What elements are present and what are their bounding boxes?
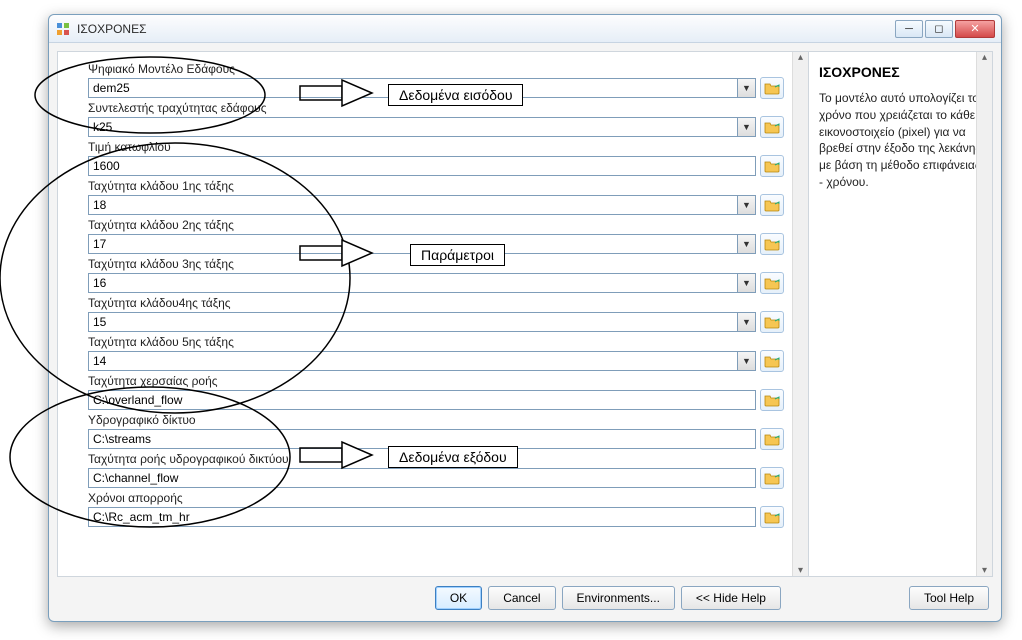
ok-button[interactable]: OK (435, 586, 482, 610)
hide-help-button[interactable]: << Hide Help (681, 586, 781, 610)
dialog-window: ΙΣΟΧΡΟΝΕΣ ─ ◻ ✕ Ψηφιακό Μοντέλο Εδάφουςd… (48, 14, 1002, 622)
environments-button[interactable]: Environments... (562, 586, 675, 610)
app-icon (55, 21, 71, 37)
dropdown-button[interactable]: ▼ (738, 234, 756, 254)
field-label: Ταχύτητα κλάδου 2ης τάξης (88, 218, 784, 232)
dropdown-button[interactable]: ▼ (738, 117, 756, 137)
form-scrollbar[interactable] (792, 52, 808, 576)
field-label: Χρόνοι απορροής (88, 491, 784, 505)
browse-button[interactable] (760, 428, 784, 450)
close-button[interactable]: ✕ (955, 20, 995, 38)
field-input[interactable]: k25 (88, 117, 738, 137)
help-pane: ΙΣΟΧΡΟΝΕΣ Το μοντέλο αυτό υπολογίζει το … (808, 52, 992, 576)
browse-button[interactable] (760, 194, 784, 216)
browse-button[interactable] (760, 467, 784, 489)
field-row: Υδρογραφικό δίκτυοC:\streams (88, 413, 784, 450)
field-row: Χρόνοι απορροής C:\Rc_acm_tm_hr (88, 491, 784, 528)
browse-button[interactable] (760, 506, 784, 528)
annotation-input-label: Δεδομένα εισόδου (388, 84, 523, 106)
browse-button[interactable] (760, 311, 784, 333)
field-label: Υδρογραφικό δίκτυο (88, 413, 784, 427)
field-label: Τιμή κατωφλίου (88, 140, 784, 154)
field-row: Ταχύτητα κλάδου 5ης τάξης 14▼ (88, 335, 784, 372)
help-title: ΙΣΟΧΡΟΝΕΣ (819, 64, 982, 80)
dropdown-button[interactable]: ▼ (738, 273, 756, 293)
dropdown-button[interactable]: ▼ (738, 195, 756, 215)
field-row: Συντελεστής τραχύτητας εδάφουςk25▼ (88, 101, 784, 138)
annotation-params-label: Παράμετροι (410, 244, 505, 266)
field-input[interactable]: 14 (88, 351, 738, 371)
browse-button[interactable] (760, 77, 784, 99)
field-input[interactable]: 18 (88, 195, 738, 215)
field-row: Ταχύτητα χερσαίας ροής C:\overland_flow (88, 374, 784, 411)
browse-button[interactable] (760, 272, 784, 294)
field-row: Τιμή κατωφλίου 1600 (88, 140, 784, 177)
field-row: Ταχύτητα κλάδου 1ης τάξης 18▼ (88, 179, 784, 216)
field-input[interactable]: 15 (88, 312, 738, 332)
browse-button[interactable] (760, 389, 784, 411)
field-input[interactable]: C:\Rc_acm_tm_hr (88, 507, 756, 527)
field-input[interactable]: C:\overland_flow (88, 390, 756, 410)
field-row: Ταχύτητα κλάδου4ης τάξης 15▼ (88, 296, 784, 333)
help-scrollbar[interactable] (976, 52, 992, 576)
field-label: Ταχύτητα κλάδου4ης τάξης (88, 296, 784, 310)
client-area: Ψηφιακό Μοντέλο Εδάφουςdem25▼Συντελεστής… (57, 51, 993, 577)
cancel-button[interactable]: Cancel (488, 586, 555, 610)
annotation-output-label: Δεδομένα εξόδου (388, 446, 518, 468)
dropdown-button[interactable]: ▼ (738, 351, 756, 371)
help-body: Το μοντέλο αυτό υπολογίζει το χρόνο που … (819, 90, 982, 191)
window-title: ΙΣΟΧΡΟΝΕΣ (77, 22, 147, 36)
browse-button[interactable] (760, 350, 784, 372)
dropdown-button[interactable]: ▼ (738, 312, 756, 332)
field-input[interactable]: 16 (88, 273, 738, 293)
maximize-button[interactable]: ◻ (925, 20, 953, 38)
field-label: Ταχύτητα κλάδου 1ης τάξης (88, 179, 784, 193)
browse-button[interactable] (760, 233, 784, 255)
field-label: Ταχύτητα κλάδου 5ης τάξης (88, 335, 784, 349)
form-pane: Ψηφιακό Μοντέλο Εδάφουςdem25▼Συντελεστής… (58, 52, 808, 576)
field-label: Ψηφιακό Μοντέλο Εδάφους (88, 62, 784, 76)
titlebar[interactable]: ΙΣΟΧΡΟΝΕΣ ─ ◻ ✕ (49, 15, 1001, 43)
dropdown-button[interactable]: ▼ (738, 78, 756, 98)
field-input[interactable]: C:\channel_flow (88, 468, 756, 488)
field-input[interactable]: 1600 (88, 156, 756, 176)
tool-help-button[interactable]: Tool Help (909, 586, 989, 610)
button-bar: OK Cancel Environments... << Hide Help T… (57, 583, 993, 613)
browse-button[interactable] (760, 155, 784, 177)
field-label: Ταχύτητα χερσαίας ροής (88, 374, 784, 388)
browse-button[interactable] (760, 116, 784, 138)
minimize-button[interactable]: ─ (895, 20, 923, 38)
